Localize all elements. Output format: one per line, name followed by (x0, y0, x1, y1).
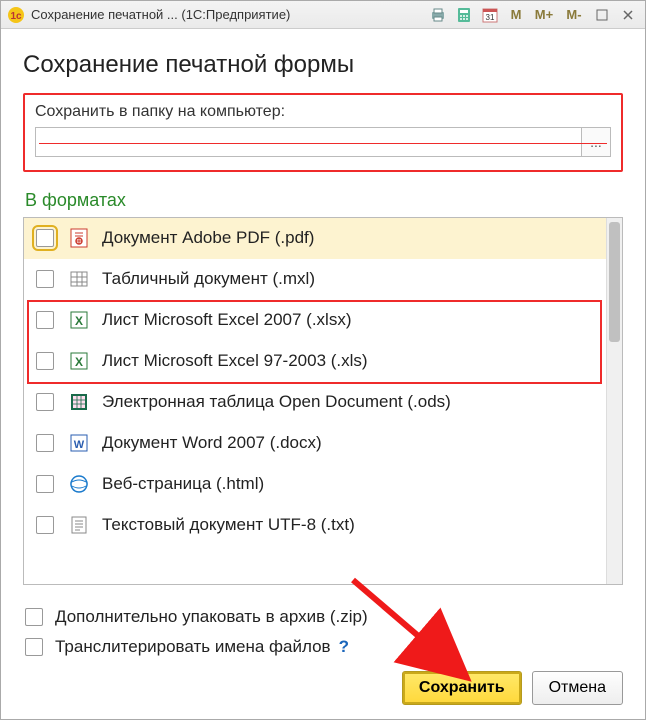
formats-listbox: Документ Adobe PDF (.pdf) Табличный докум… (23, 217, 623, 585)
zip-checkbox[interactable] (25, 608, 43, 626)
doc-icon: W (68, 432, 90, 454)
format-label: Электронная таблица Open Document (.ods) (102, 392, 451, 412)
format-checkbox[interactable] (36, 229, 54, 247)
svg-text:31: 31 (486, 13, 495, 22)
titlebar: 1с Сохранение печатной ... (1С:Предприят… (1, 1, 645, 29)
format-label: Документ Word 2007 (.docx) (102, 433, 322, 453)
format-label: Документ Adobe PDF (.pdf) (102, 228, 314, 248)
scrollbar-thumb[interactable] (609, 222, 620, 342)
translit-option[interactable]: Транслитерировать имена файлов ? (25, 637, 623, 657)
folder-group-highlight: Сохранить в папку на компьютер: ... (23, 93, 623, 172)
translit-label: Транслитерировать имена файлов (55, 637, 331, 657)
footer-buttons: Сохранить Отмена (23, 667, 623, 705)
formats-list: Документ Adobe PDF (.pdf) Табличный докум… (24, 218, 606, 584)
format-checkbox[interactable] (36, 516, 54, 534)
format-row-pdf[interactable]: Документ Adobe PDF (.pdf) (24, 218, 606, 259)
format-row-txt[interactable]: Текстовый документ UTF-8 (.txt) (24, 505, 606, 546)
options-area: Дополнительно упаковать в архив (.zip) Т… (23, 585, 623, 667)
help-icon[interactable]: ? (339, 637, 349, 657)
memory-m-button[interactable]: M (505, 5, 527, 25)
format-row-ods[interactable]: Электронная таблица Open Document (.ods) (24, 382, 606, 423)
xls-icon: X (68, 350, 90, 372)
translit-checkbox[interactable] (25, 638, 43, 656)
pdf-icon (68, 227, 90, 249)
folder-label: Сохранить в папку на компьютер: (35, 103, 611, 121)
app-icon: 1с (7, 6, 25, 24)
format-row-html[interactable]: Веб-страница (.html) (24, 464, 606, 505)
calendar-icon[interactable]: 31 (479, 5, 501, 25)
format-checkbox[interactable] (36, 393, 54, 411)
svg-text:X: X (75, 314, 83, 328)
ods-icon (68, 391, 90, 413)
mxl-icon (68, 268, 90, 290)
calc-icon[interactable] (453, 5, 475, 25)
window-title: Сохранение печатной ... (1С:Предприятие) (31, 7, 290, 22)
zip-label: Дополнительно упаковать в архив (.zip) (55, 607, 368, 627)
xls-icon: X (68, 309, 90, 331)
page-title: Сохранение печатной формы (23, 51, 623, 79)
print-icon[interactable] (427, 5, 449, 25)
format-checkbox[interactable] (36, 475, 54, 493)
html-icon (68, 473, 90, 495)
format-checkbox[interactable] (36, 352, 54, 370)
format-label: Табличный документ (.mxl) (102, 269, 315, 289)
format-label: Текстовый документ UTF-8 (.txt) (102, 515, 355, 535)
format-label: Лист Microsoft Excel 2007 (.xlsx) (102, 310, 352, 330)
memory-mminus-button[interactable]: M- (561, 5, 587, 25)
format-row-xls[interactable]: X Лист Microsoft Excel 97-2003 (.xls) (24, 341, 606, 382)
browse-button[interactable]: ... (581, 127, 611, 157)
annotation-underline (39, 143, 607, 144)
format-label: Лист Microsoft Excel 97-2003 (.xls) (102, 351, 368, 371)
svg-text:X: X (75, 355, 83, 369)
format-checkbox[interactable] (36, 434, 54, 452)
svg-text:W: W (74, 439, 85, 451)
zip-option[interactable]: Дополнительно упаковать в архив (.zip) (25, 607, 623, 627)
scrollbar-vertical[interactable] (606, 218, 622, 584)
format-label: Веб-страница (.html) (102, 474, 264, 494)
folder-input-row: ... (35, 127, 611, 157)
formats-label: В форматах (25, 190, 623, 211)
close-button[interactable] (617, 5, 639, 25)
cancel-button[interactable]: Отмена (532, 671, 623, 705)
svg-text:1с: 1с (10, 11, 22, 22)
save-print-form-window: 1с Сохранение печатной ... (1С:Предприят… (0, 0, 646, 720)
format-row-mxl[interactable]: Табличный документ (.mxl) (24, 259, 606, 300)
format-checkbox[interactable] (36, 311, 54, 329)
format-row-doc[interactable]: W Документ Word 2007 (.docx) (24, 423, 606, 464)
txt-icon (68, 514, 90, 536)
folder-input[interactable] (35, 127, 581, 157)
format-row-xls[interactable]: X Лист Microsoft Excel 2007 (.xlsx) (24, 300, 606, 341)
content-area: Сохранение печатной формы Сохранить в па… (1, 29, 645, 719)
minimize-button[interactable] (591, 5, 613, 25)
save-button[interactable]: Сохранить (402, 671, 522, 705)
memory-mplus-button[interactable]: M+ (531, 5, 557, 25)
format-checkbox[interactable] (36, 270, 54, 288)
